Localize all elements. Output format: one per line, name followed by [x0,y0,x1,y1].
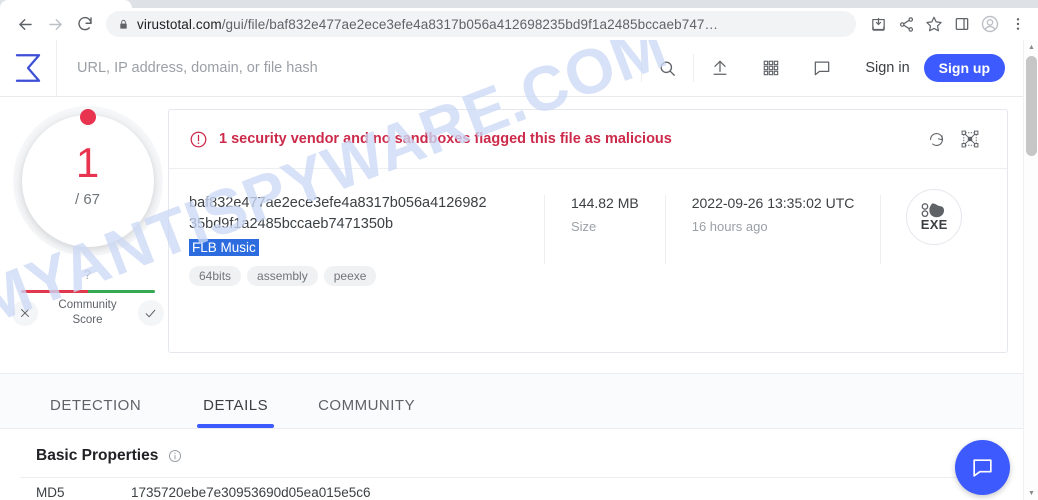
community-score-negative [20,290,88,293]
feedback-chat-icon[interactable] [796,40,847,96]
malicious-alert: 1 security vendor and no sandboxes flagg… [169,110,1007,169]
vote-malicious-button[interactable] [11,300,38,326]
basic-properties-section: Basic Properties MD5 1735720ebe7e3095369… [0,429,1023,500]
detection-total: / 67 [74,191,101,208]
share-icon[interactable] [892,10,920,38]
url-path: /gui/file/baf832e477ae2ece3efe4a8317b056… [221,16,719,32]
property-value: 1735720ebe7e30953690d05ea015e5c6 [131,485,371,500]
browser-toolbar: virustotal.com/gui/file/baf832e477ae2ece… [0,8,1038,40]
tab-details[interactable]: DETAILS [189,397,282,428]
tab-community[interactable]: COMMUNITY [304,397,429,428]
sign-up-wrap: Sign up [923,40,1023,96]
browser-window: virustotal.com/gui/file/baf832e477ae2ece… [0,0,1038,500]
back-icon[interactable] [10,9,40,39]
exclamation-circle-icon [189,130,208,149]
browser-tab-active[interactable] [0,0,132,8]
scrollbar-thumb[interactable] [1026,56,1037,156]
file-identity: baf832e477ae2ece3efe4a8317b056a412698235… [189,193,544,354]
support-chat-button[interactable] [955,440,1010,495]
address-bar[interactable]: virustotal.com/gui/file/baf832e477ae2ece… [106,11,856,37]
install-icon[interactable] [864,10,892,38]
lock-icon [118,18,129,31]
community-score-positive [87,290,155,293]
scroll-down-arrow-icon[interactable]: ▼ [1024,486,1038,500]
community-help-icon[interactable]: ? [84,267,91,282]
property-key: MD5 [36,485,65,500]
file-type-cell: EXE [881,189,987,354]
site-search[interactable] [57,40,642,96]
community-score-label-line2: Score [72,314,103,326]
community-score-label-line1: Community [58,299,117,311]
file-tag[interactable]: 64bits [189,266,242,286]
reload-icon[interactable] [70,9,100,39]
file-meta-row: baf832e477ae2ece3efe4a8317b056a412698235… [169,169,1007,354]
community-score-label: Community Score [38,298,138,328]
bookmark-star-icon[interactable] [920,10,948,38]
file-report: 1 / 67 ? Community Score 1 security vend… [0,97,1023,500]
file-size-label: Size [571,219,597,234]
virustotal-logo[interactable] [0,40,57,96]
side-panel-icon[interactable] [948,10,976,38]
property-row: MD5 1735720ebe7e30953690d05ea015e5c6 [0,478,1023,500]
basic-properties-header: Basic Properties [0,429,1023,477]
upload-icon[interactable] [694,40,745,96]
community-score-bar [20,290,155,293]
file-size-value: 144.82 MB [571,195,639,211]
file-size-cell: 144.82 MB Size [545,193,665,354]
sign-up-button[interactable]: Sign up [923,54,1005,82]
vote-harmless-button[interactable] [137,300,164,326]
exe-file-icon: EXE [906,189,963,245]
community-score-row: Community Score [11,298,164,328]
file-tags: 64bits assembly peexe [189,266,544,286]
malicious-alert-text: 1 security vendor and no sandboxes flagg… [219,131,672,147]
detection-gauge: 1 / 67 [21,109,154,247]
report-tabs: DETECTION DETAILS COMMUNITY [0,373,1023,429]
file-sha256: baf832e477ae2ece3efe4a8317b056a412698235… [189,195,487,232]
page-viewport: MYANTISPYWARE.COM URL, IP address, domai… [0,40,1038,500]
search-icon[interactable] [642,40,693,96]
file-date-relative: 16 hours ago [691,219,768,234]
address-bar-text: virustotal.com/gui/file/baf832e477ae2ece… [137,17,718,32]
file-summary-card: 1 security vendor and no sandboxes flagg… [168,109,1008,353]
apps-grid-icon[interactable] [745,40,796,96]
file-date-cell: 2022-09-26 13:35:02 UTC 16 hours ago [666,193,881,354]
similar-graph-icon[interactable] [953,124,987,154]
file-type-label: EXE [920,217,948,232]
file-date-value: 2022-09-26 13:35:02 UTC [691,195,855,211]
tab-detection[interactable]: DETECTION [36,397,155,428]
browser-tab-strip [0,0,1038,8]
basic-properties-title: Basic Properties [36,447,159,464]
file-tag[interactable]: peexe [323,266,377,286]
file-name: FLB Music [189,239,259,256]
sign-in-link[interactable]: Sign in [847,40,923,96]
site-header: Sign in Sign up [0,40,1023,97]
url-domain: virustotal.com [137,16,222,32]
reanalyse-icon[interactable] [919,124,953,154]
browser-menu-icon[interactable] [1004,10,1032,38]
profile-avatar-icon[interactable] [976,10,1004,38]
detection-score-panel: 1 / 67 ? Community Score [0,97,175,345]
detection-count: 1 [75,139,100,186]
file-tag[interactable]: assembly [247,266,318,286]
scroll-up-arrow-icon[interactable]: ▲ [1024,40,1038,54]
search-input[interactable] [77,60,642,76]
forward-icon[interactable] [40,9,70,39]
info-icon[interactable] [168,449,182,463]
page-scrollbar[interactable]: ▲ ▼ [1023,40,1038,500]
gauge-marker-dot [79,109,96,125]
